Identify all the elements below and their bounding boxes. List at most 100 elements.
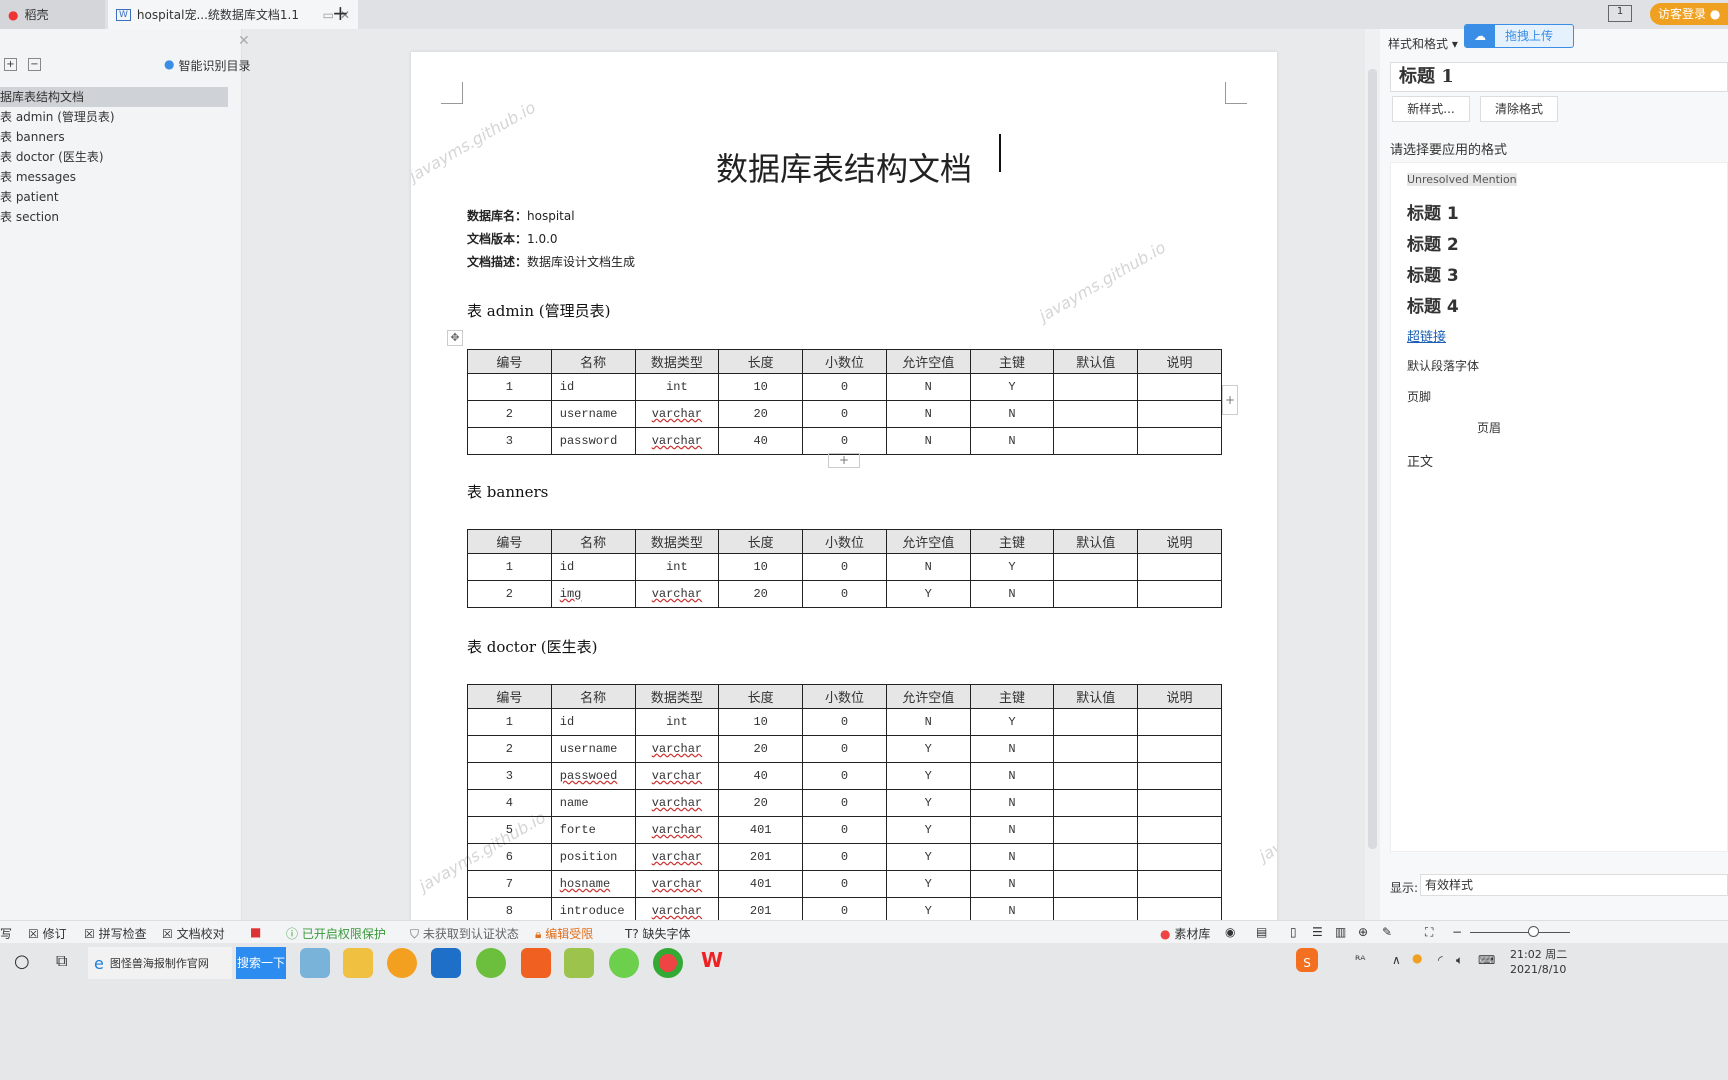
table-cell[interactable]: varchar <box>634 762 720 790</box>
table-cell[interactable]: 2 <box>467 400 552 428</box>
table-cell[interactable]: 40 <box>718 427 804 455</box>
table-cell[interactable] <box>1053 843 1139 871</box>
table-cell[interactable]: Y <box>885 897 971 920</box>
app-icon-chrome[interactable] <box>653 948 683 978</box>
table-cell[interactable] <box>1053 400 1139 428</box>
outline-item[interactable]: 表 messages <box>0 167 250 187</box>
table-cell[interactable]: 4 <box>467 789 552 817</box>
table-cell[interactable]: varchar <box>634 427 720 455</box>
document-page[interactable]: javayms.github.io javayms.github.io java… <box>411 52 1277 920</box>
table-cell[interactable] <box>1053 816 1139 844</box>
drag-upload-button[interactable]: ☁ 拖拽上传 <box>1464 24 1574 48</box>
table-cell[interactable]: varchar <box>634 789 720 817</box>
table-move-handle[interactable]: ✥ <box>447 330 463 346</box>
table-cell[interactable]: 2 <box>467 735 552 763</box>
zoom-slider[interactable] <box>1470 932 1570 933</box>
tab-docer[interactable]: ● 稻壳 <box>0 0 105 29</box>
style-unresolved-mention[interactable]: Unresolved Mention <box>1407 173 1517 186</box>
table-cell[interactable]: 2 <box>467 580 552 608</box>
style-heading-3[interactable]: 标题 3 <box>1407 261 1459 286</box>
table-cell[interactable] <box>1137 427 1222 455</box>
style-heading-1[interactable]: 标题 1 <box>1407 199 1459 224</box>
style-hyperlink[interactable]: 超链接 <box>1407 326 1446 345</box>
zoom-out-button[interactable]: − <box>1452 925 1462 939</box>
column-header[interactable]: 小数位 <box>802 529 887 554</box>
clear-format-button[interactable]: 清除格式 <box>1480 96 1558 122</box>
table-cell[interactable]: img <box>550 580 636 608</box>
record-icon[interactable]: ■ <box>250 925 261 939</box>
table-cell[interactable]: hosname <box>550 870 636 898</box>
table-cell[interactable] <box>1137 789 1222 817</box>
table-cell[interactable]: id <box>550 708 636 736</box>
table-cell[interactable]: N <box>969 735 1055 763</box>
table-cell[interactable] <box>1053 870 1139 898</box>
table-cell[interactable]: N <box>969 762 1055 790</box>
table-cell[interactable]: username <box>550 400 636 428</box>
status-missing-font[interactable]: T? 缺失字体 <box>625 925 691 942</box>
table-cell[interactable]: N <box>969 580 1055 608</box>
vertical-scrollbar[interactable] <box>1365 29 1380 920</box>
style-default-font[interactable]: 默认段落字体 <box>1407 357 1479 374</box>
table-cell[interactable] <box>1137 735 1222 763</box>
table-cell[interactable]: int <box>634 708 720 736</box>
table-cell[interactable]: Y <box>885 735 971 763</box>
collapse-all-icon[interactable]: − <box>28 58 41 71</box>
table-cell[interactable]: 0 <box>802 427 887 455</box>
column-header[interactable]: 允许空值 <box>885 684 971 709</box>
table-cell[interactable]: 10 <box>718 373 804 401</box>
table-cell[interactable] <box>1053 427 1139 455</box>
table-cell[interactable]: Y <box>969 373 1055 401</box>
keyboard-icon[interactable]: ⌨ <box>1478 953 1495 967</box>
table-cell[interactable] <box>1137 870 1222 898</box>
table-cell[interactable] <box>1053 708 1139 736</box>
column-header[interactable]: 主键 <box>969 684 1055 709</box>
app-icon-settings[interactable] <box>521 948 551 978</box>
column-header[interactable]: 允许空值 <box>885 349 971 374</box>
table-cell[interactable]: varchar <box>634 735 720 763</box>
table-cell[interactable]: 201 <box>718 897 804 920</box>
table-cell[interactable] <box>1137 553 1222 581</box>
table-cell[interactable]: 0 <box>802 553 887 581</box>
table-cell[interactable]: N <box>885 373 971 401</box>
style-heading-2[interactable]: 标题 2 <box>1407 230 1459 255</box>
app-icon-green[interactable] <box>609 948 639 978</box>
table-cell[interactable]: id <box>550 553 636 581</box>
table-cell[interactable]: 1 <box>467 373 552 401</box>
material-library-button[interactable]: ● 素材库 <box>1160 925 1210 942</box>
table-cell[interactable] <box>1137 580 1222 608</box>
column-header[interactable]: 长度 <box>718 684 804 709</box>
column-header[interactable]: 主键 <box>969 349 1055 374</box>
table-cell[interactable]: varchar <box>634 816 720 844</box>
show-style-select[interactable]: 有效样式 <box>1420 874 1728 896</box>
outline-view-icon[interactable]: ▤ <box>1256 925 1267 939</box>
outline-item[interactable]: 表 section <box>0 207 250 227</box>
table-cell[interactable]: N <box>885 400 971 428</box>
table-cell[interactable]: 0 <box>802 400 887 428</box>
table-cell[interactable]: Y <box>885 789 971 817</box>
volume-icon[interactable]: 🔈︎ <box>1456 953 1463 968</box>
styles-panel-menu[interactable]: 样式和格式 ▾ <box>1388 35 1458 52</box>
table-cell[interactable]: Y <box>885 816 971 844</box>
add-column-button[interactable]: + <box>1222 385 1238 415</box>
status-write[interactable]: 写 <box>0 925 12 942</box>
table-cell[interactable]: 40 <box>718 762 804 790</box>
table-cell[interactable] <box>1137 897 1222 920</box>
table-cell[interactable]: int <box>634 373 720 401</box>
table-cell[interactable]: 20 <box>718 789 804 817</box>
column-header[interactable]: 长度 <box>718 349 804 374</box>
app-icon-video[interactable] <box>431 948 461 978</box>
page-view-icon[interactable]: ▯ <box>1290 925 1297 939</box>
window-count-icon[interactable]: 1 <box>1608 5 1632 22</box>
table-cell[interactable]: varchar <box>634 897 720 920</box>
table-cell[interactable]: 10 <box>718 708 804 736</box>
sogou-input-icon[interactable]: S <box>1296 948 1318 972</box>
outline-item[interactable]: 表 doctor (医生表) <box>0 147 250 167</box>
column-header[interactable]: 数据类型 <box>634 349 720 374</box>
app-icon-notepad[interactable] <box>300 948 330 978</box>
style-header[interactable]: 页眉 <box>1477 419 1501 436</box>
table-cell[interactable]: varchar <box>634 843 720 871</box>
column-header[interactable]: 小数位 <box>802 349 887 374</box>
table-cell[interactable]: 20 <box>718 735 804 763</box>
style-body-text[interactable]: 正文 <box>1407 451 1433 470</box>
column-header[interactable]: 长度 <box>718 529 804 554</box>
